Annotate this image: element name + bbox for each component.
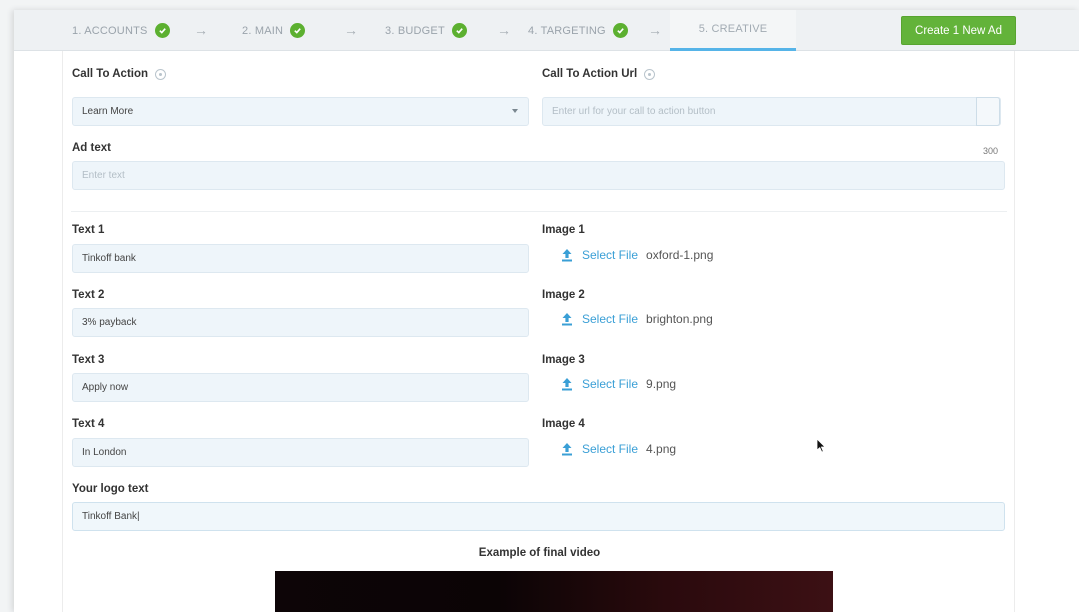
text-2-input[interactable]: 3% payback <box>72 308 529 337</box>
label-text: Call To Action Url <box>542 68 638 80</box>
ad-text-label: Ad text <box>72 142 111 154</box>
label-text: Image 4 <box>542 418 585 430</box>
image-2-label: Image 2 <box>542 289 585 301</box>
label-text: Image 3 <box>542 354 585 366</box>
step-budget[interactable]: 3. BUDGET <box>385 10 467 51</box>
ad-text-input[interactable]: Enter text <box>72 161 1005 190</box>
creative-form: Call To Action Learn More Call To Action… <box>62 51 1015 612</box>
upload-icon[interactable] <box>560 377 574 391</box>
label-text: Ad text <box>72 142 111 154</box>
check-icon <box>612 23 628 38</box>
image-4-label: Image 4 <box>542 418 585 430</box>
character-counter: 300 <box>983 146 999 156</box>
text-3-input[interactable]: Apply now <box>72 373 529 402</box>
input-value: 3% payback <box>82 317 137 328</box>
chevron-down-icon <box>512 109 518 113</box>
step-accounts[interactable]: 1. ACCOUNTS <box>72 10 170 51</box>
call-to-action-url-input[interactable]: Enter url for your call to action button <box>542 97 1001 126</box>
select-file-link[interactable]: Select File <box>582 377 638 391</box>
logo-text-label: Your logo text <box>72 483 148 495</box>
create-new-ad-button[interactable]: Create 1 New Ad <box>901 16 1016 45</box>
text-1-label: Text 1 <box>72 224 104 236</box>
file-name: oxford-1.png <box>646 248 714 262</box>
step-label: 3. BUDGET <box>385 24 445 37</box>
image-1-file-picker: Select File oxford-1.png <box>560 248 713 262</box>
info-icon[interactable] <box>155 68 167 80</box>
preview-title: Example of final video <box>478 547 601 559</box>
check-icon <box>290 23 306 38</box>
file-name: brighton.png <box>646 312 713 326</box>
file-name: 9.png <box>646 377 677 391</box>
arrow-right-icon: → <box>648 22 662 38</box>
input-value: Tinkoff bank <box>82 253 136 264</box>
select-value: Learn More <box>82 106 134 117</box>
image-3-file-picker: Select File 9.png <box>560 377 676 391</box>
label-text: Call To Action <box>72 68 149 80</box>
call-to-action-label: Call To Action <box>72 68 167 80</box>
arrow-right-icon: → <box>194 22 208 38</box>
check-icon <box>154 23 170 38</box>
image-1-label: Image 1 <box>542 224 585 236</box>
step-creative[interactable]: 5. CREATIVE <box>670 10 796 51</box>
app-frame: 1. ACCOUNTS → 2. MAIN → 3. BUDGET → 4. T… <box>14 10 1079 612</box>
arrow-right-icon: → <box>344 22 358 38</box>
section-divider <box>71 211 1007 212</box>
step-targeting[interactable]: 4. TARGETING <box>528 10 628 51</box>
input-placeholder: Enter url for your call to action button <box>552 106 716 117</box>
upload-icon[interactable] <box>560 312 574 326</box>
input-value: In London <box>82 447 127 458</box>
input-placeholder: Enter text <box>82 170 125 181</box>
label-text: Text 4 <box>72 418 105 430</box>
upload-icon[interactable] <box>560 442 574 456</box>
label-text: Image 2 <box>542 289 585 301</box>
label-text: Text 3 <box>72 354 105 366</box>
logo-text-input[interactable]: Tinkoff Bank| <box>72 502 1005 531</box>
select-file-link[interactable]: Select File <box>582 312 638 326</box>
text-2-label: Text 2 <box>72 289 104 301</box>
call-to-action-url-label: Call To Action Url <box>542 68 656 80</box>
text-1-input[interactable]: Tinkoff bank <box>72 244 529 273</box>
label-text: Text 2 <box>72 289 105 301</box>
file-name: 4.png <box>646 442 677 456</box>
step-label: 2. MAIN <box>242 24 284 37</box>
select-file-link[interactable]: Select File <box>582 442 638 456</box>
select-file-link[interactable]: Select File <box>582 248 638 262</box>
upload-icon[interactable] <box>560 248 574 262</box>
step-label: 5. CREATIVE <box>698 23 768 35</box>
image-3-label: Image 3 <box>542 354 585 366</box>
text-4-input[interactable]: In London <box>72 438 529 467</box>
image-2-file-picker: Select File brighton.png <box>560 312 713 326</box>
step-label: 1. ACCOUNTS <box>72 24 148 37</box>
url-addon-button[interactable] <box>976 97 1000 126</box>
step-main[interactable]: 2. MAIN <box>242 10 306 51</box>
mouse-cursor-icon <box>816 438 826 458</box>
arrow-right-icon: → <box>497 22 511 38</box>
label-text: Image 1 <box>542 224 585 236</box>
text-3-label: Text 3 <box>72 354 104 366</box>
image-4-file-picker: Select File 4.png <box>560 442 676 456</box>
input-value: Tinkoff Bank| <box>82 511 140 522</box>
wizard-steps: 1. ACCOUNTS → 2. MAIN → 3. BUDGET → 4. T… <box>14 10 1079 51</box>
label-text: Your logo text <box>72 483 149 495</box>
step-label: 4. TARGETING <box>528 24 606 37</box>
input-value: Apply now <box>82 382 129 393</box>
check-icon <box>451 23 467 38</box>
call-to-action-select[interactable]: Learn More <box>72 97 529 126</box>
label-text: Text 1 <box>72 224 105 236</box>
text-4-label: Text 4 <box>72 418 104 430</box>
info-icon[interactable] <box>644 68 656 80</box>
video-preview[interactable] <box>275 571 833 612</box>
